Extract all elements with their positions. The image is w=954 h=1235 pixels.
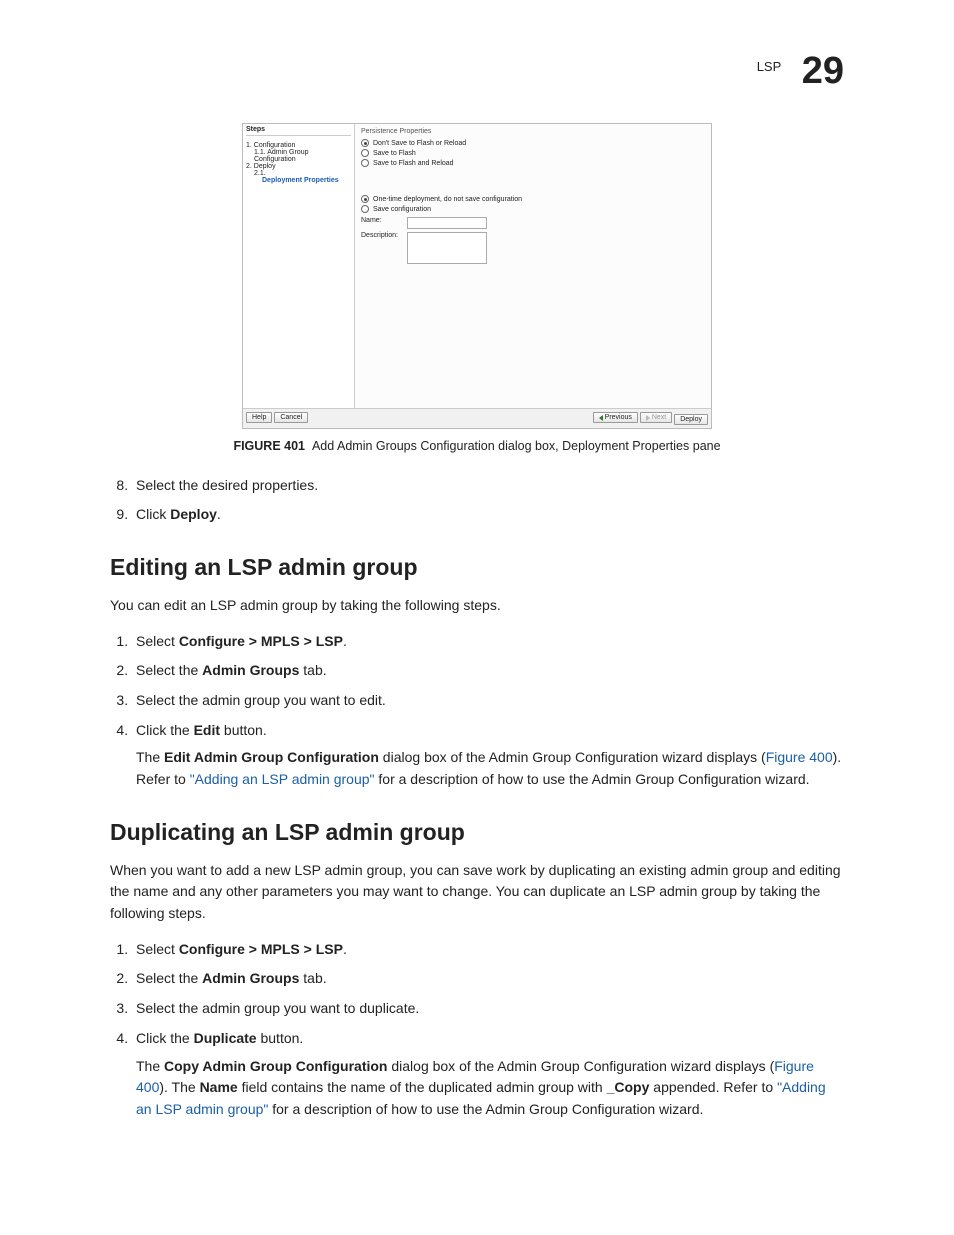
next-button: Next (640, 412, 672, 423)
dialog-footer: Help Cancel Previous Next Deploy (243, 408, 711, 428)
dup-step-1: Select Configure > MPLS > LSP. (132, 939, 844, 961)
radio-save-flash-reload[interactable]: Save to Flash and Reload (361, 159, 705, 167)
previous-button[interactable]: Previous (593, 412, 638, 423)
arrow-left-icon (599, 415, 603, 421)
figure-caption: FIGURE 401 Add Admin Groups Configuratio… (110, 439, 844, 453)
adding-lsp-admin-group-link[interactable]: "Adding an LSP admin group" (190, 771, 375, 787)
step-deployment-properties-line: 2.1. (254, 170, 351, 177)
edit-step-2: Select the Admin Groups tab. (132, 660, 844, 682)
radio-save-flash[interactable]: Save to Flash (361, 149, 705, 157)
radio-label: Save configuration (373, 206, 431, 213)
step-deploy: 2. Deploy (246, 163, 351, 170)
radio-icon (361, 205, 369, 213)
edit-step-4-detail: The Edit Admin Group Configuration dialo… (136, 747, 844, 790)
radio-icon (361, 149, 369, 157)
radio-save-config[interactable]: Save configuration (361, 205, 705, 213)
dialog-screenshot: Steps 1. Configuration 1.1. Admin Group … (242, 123, 712, 429)
button-label: Next (652, 414, 666, 421)
figure-text: Add Admin Groups Configuration dialog bo… (312, 439, 721, 453)
radio-label: One-time deployment, do not save configu… (373, 196, 522, 203)
radio-onetime-deploy[interactable]: One-time deployment, do not save configu… (361, 195, 705, 203)
description-input[interactable] (407, 232, 487, 264)
dup-step-3: Select the admin group you want to dupli… (132, 998, 844, 1020)
step-configuration: 1. Configuration (246, 142, 351, 149)
continued-steps-list: Select the desired properties. Click Dep… (110, 475, 844, 526)
step-2-1-prefix: 2.1. (254, 170, 266, 177)
header-section: LSP (757, 59, 782, 74)
edit-step-3: Select the admin group you want to edit. (132, 690, 844, 712)
name-label: Name: (361, 217, 403, 224)
radio-label: Save to Flash (373, 150, 416, 157)
page-header: LSP 29 (110, 50, 844, 93)
dup-step-2: Select the Admin Groups tab. (132, 968, 844, 990)
editing-lead: You can edit an LSP admin group by takin… (110, 595, 844, 617)
help-button[interactable]: Help (246, 412, 272, 423)
duplicating-steps: Select Configure > MPLS > LSP. Select th… (110, 939, 844, 1121)
description-label: Description: (361, 232, 403, 239)
radio-label: Don't Save to Flash or Reload (373, 140, 466, 147)
button-label: Previous (605, 414, 632, 421)
radio-dont-save[interactable]: Don't Save to Flash or Reload (361, 139, 705, 147)
edit-step-1: Select Configure > MPLS > LSP. (132, 631, 844, 653)
step-deployment-properties: Deployment Properties (262, 177, 351, 184)
radio-icon (361, 139, 369, 147)
header-chapter-number: 29 (802, 50, 844, 92)
figure-400-link[interactable]: Figure 400 (766, 749, 833, 765)
edit-step-4: Click the Edit button. The Edit Admin Gr… (132, 720, 844, 791)
dup-step-4-detail: The Copy Admin Group Configuration dialo… (136, 1056, 844, 1121)
dup-step-4: Click the Duplicate button. The Copy Adm… (132, 1028, 844, 1121)
radio-icon (361, 195, 369, 203)
cancel-button[interactable]: Cancel (274, 412, 308, 423)
persistence-properties-title: Persistence Properties (361, 128, 705, 135)
deploy-button[interactable]: Deploy (674, 414, 708, 425)
step-admin-group-config: 1.1. Admin Group Configuration (254, 149, 351, 163)
duplicating-lead: When you want to add a new LSP admin gro… (110, 860, 844, 925)
step-8: Select the desired properties. (132, 475, 844, 497)
radio-label: Save to Flash and Reload (373, 160, 454, 167)
wizard-content-pane: Persistence Properties Don't Save to Fla… (355, 124, 711, 408)
arrow-right-icon (646, 415, 650, 421)
radio-icon (361, 159, 369, 167)
heading-editing: Editing an LSP admin group (110, 554, 844, 581)
editing-steps: Select Configure > MPLS > LSP. Select th… (110, 631, 844, 791)
heading-duplicating: Duplicating an LSP admin group (110, 819, 844, 846)
name-input[interactable] (407, 217, 487, 229)
steps-title: Steps (246, 126, 351, 136)
figure-label: FIGURE 401 (233, 439, 305, 453)
step-9: Click Deploy. (132, 504, 844, 526)
wizard-steps-pane: Steps 1. Configuration 1.1. Admin Group … (243, 124, 355, 408)
